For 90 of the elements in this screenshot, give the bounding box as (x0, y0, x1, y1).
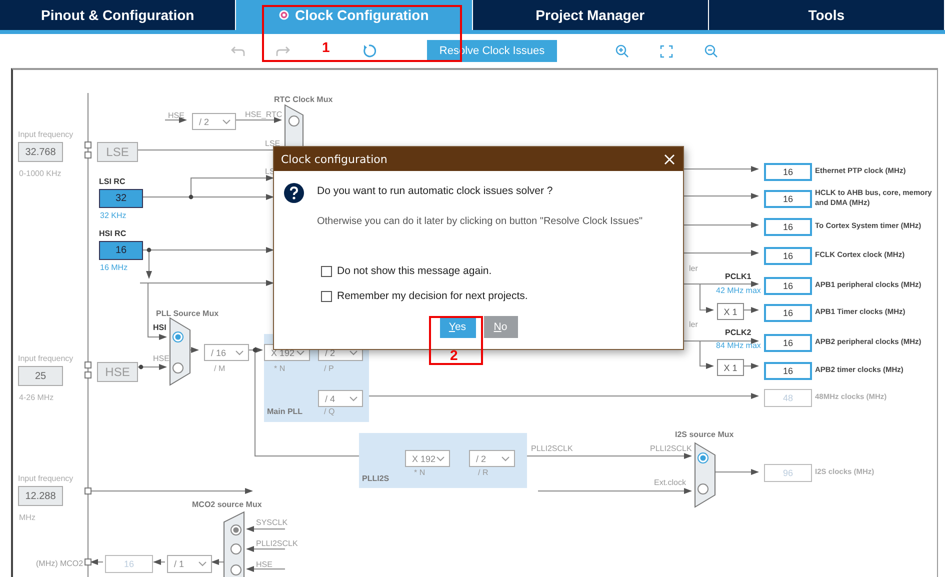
diagram-label: / P (324, 364, 334, 374)
chevron-down-icon (436, 456, 445, 462)
tab[interactable]: Clock Configuration (236, 0, 472, 30)
diagram-label: LSE (265, 139, 280, 149)
diagram-label: I2S source Mux (675, 430, 734, 440)
chevron-down-icon (501, 456, 510, 462)
input-frequency-label: Input frequency (18, 354, 74, 364)
divider-dropdown[interactable]: / 2 (469, 450, 515, 467)
frequency-input[interactable]: 12.288 (18, 486, 63, 506)
checkbox[interactable] (321, 266, 332, 276)
checkbox-label: Remember my decision for next projects. (337, 290, 528, 302)
annotation-number: 1 (322, 40, 330, 54)
chevron-down-icon (349, 350, 358, 356)
diagram-label: PCLK2 (725, 328, 752, 338)
close-icon[interactable] (664, 154, 675, 164)
refresh-icon[interactable] (362, 44, 376, 58)
diagram-label: ler (689, 320, 698, 330)
checkbox-label: Do not show this message again. (337, 265, 492, 277)
diagram-label: / M (214, 364, 226, 374)
oscillator-block[interactable]: 32 (99, 189, 143, 208)
diagram-label: HSI (153, 323, 166, 333)
diagram-label: MCO2 source Mux (192, 500, 262, 510)
frequency-range: 0-1000 KHz (19, 169, 62, 179)
chevron-down-icon (222, 118, 231, 124)
chevron-down-icon (296, 350, 305, 356)
divider-dropdown[interactable]: / 1 (167, 555, 212, 573)
diagram-label: PLLI2SCLK (650, 444, 692, 454)
output-frequency[interactable]: 16 (764, 334, 812, 352)
output-frequency[interactable]: 16 (764, 190, 812, 208)
diagram-label: (MHz) MCO2 (36, 559, 84, 569)
diagram-label: ler (689, 264, 698, 274)
output-frequency[interactable]: 16 (764, 304, 812, 322)
dialog-message: Do you want to run automatic clock issues solver ? (317, 184, 554, 197)
output-frequency[interactable]: 16 (764, 362, 812, 380)
diagram-label: SYSCLK (256, 518, 288, 528)
frequency-range: 4-26 MHz (19, 393, 54, 403)
zoom-out-icon[interactable] (704, 44, 718, 58)
oscillator-label: LSI RC (99, 177, 126, 187)
diagram-label: Ext.clock (654, 478, 686, 488)
chevron-down-icon (235, 350, 244, 356)
diagram-label: PLLI2SCLK (256, 539, 298, 549)
output-frequency[interactable]: 16 (764, 218, 812, 236)
diagram-label: HSE (153, 354, 170, 364)
diagram-label: HSE (168, 111, 184, 121)
multiplier-box: X 1 (717, 303, 744, 320)
annotation-number: 2 (450, 348, 458, 362)
frequency-range: MHz (19, 513, 36, 523)
frequency-input[interactable]: 32.768 (18, 142, 63, 162)
no-button[interactable]: No (484, 316, 518, 338)
status-dot-icon (278, 10, 289, 20)
divider-dropdown[interactable]: / 2 (192, 113, 236, 130)
diagram-label: HSE (256, 560, 272, 570)
panel-title: Main PLL (267, 407, 303, 417)
question-icon (284, 183, 304, 203)
diagram-label: * N (414, 468, 426, 478)
oscillator-block[interactable]: LSE (97, 142, 138, 162)
dialog-hint: Otherwise you can do it later by clicking on button "Resolve Clock Issues" (317, 216, 643, 227)
diagram-label: / R (478, 468, 488, 478)
frequency-note: 16 MHz (100, 263, 128, 273)
zoom-in-icon[interactable] (615, 44, 629, 58)
oscillator-block[interactable]: 16 (99, 241, 143, 260)
diagram-label: HSE_RTC (245, 110, 282, 120)
divider-dropdown[interactable]: X 192 (405, 450, 450, 467)
frequency-note: 32 KHz (100, 211, 126, 221)
oscillator-label: HSI RC (99, 229, 126, 239)
yes-button[interactable]: Yes (440, 316, 476, 338)
diagram-label: 42 MHz max (716, 286, 761, 296)
output-frequency[interactable]: 16 (764, 247, 812, 265)
chevron-down-icon (349, 396, 358, 402)
output-frequency[interactable]: 16 (764, 163, 812, 181)
oscillator-block[interactable]: HSE (97, 362, 138, 382)
diagram-label: 84 MHz max (716, 341, 761, 351)
diagram-label: RTC Clock Mux (274, 95, 333, 105)
divider-dropdown[interactable]: / 4 (318, 390, 363, 407)
diagram-label: / Q (324, 407, 335, 417)
diagram-label: * N (274, 364, 286, 374)
fit-screen-icon[interactable] (660, 44, 673, 58)
checkbox[interactable] (321, 290, 332, 302)
output-frequency[interactable]: 16 (764, 277, 812, 295)
multiplier-box: X 1 (717, 359, 744, 376)
chevron-down-icon (198, 561, 207, 567)
diagram-label: PLLI2SCLK (531, 444, 573, 454)
frequency-input[interactable]: 25 (18, 366, 63, 386)
diagram-label: PCLK1 (725, 272, 752, 282)
input-frequency-label: Input frequency (18, 474, 74, 484)
diagram-label: PLL Source Mux (156, 309, 219, 319)
dialog-title: Clock configuration (281, 152, 388, 166)
panel-title: PLLI2S (362, 474, 390, 484)
input-frequency-label: Input frequency (18, 130, 74, 140)
divider-dropdown[interactable]: / 16 (204, 344, 249, 361)
